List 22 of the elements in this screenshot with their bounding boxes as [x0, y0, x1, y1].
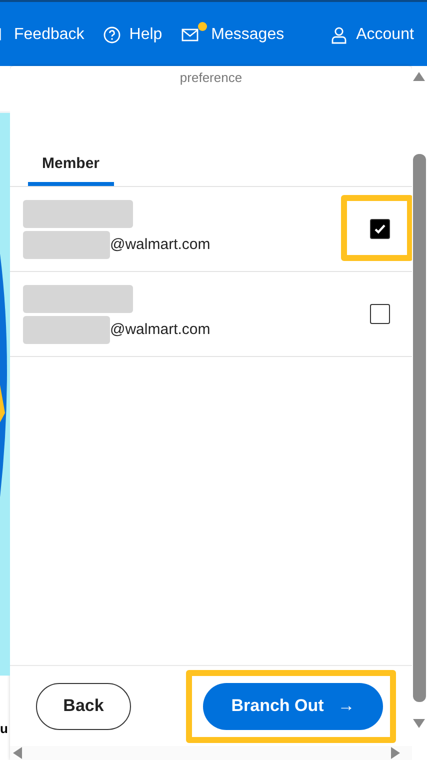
- scroll-right-icon[interactable]: [391, 747, 400, 759]
- horizontal-scrollbar[interactable]: [10, 746, 412, 760]
- background-text: u: [0, 721, 8, 736]
- mail-icon: [181, 26, 200, 44]
- scroll-left-icon[interactable]: [13, 747, 22, 759]
- nav-link[interactable]: Messages: [181, 26, 284, 44]
- nav-link[interactable]: Account: [330, 26, 414, 44]
- back-button[interactable]: Back: [36, 682, 131, 730]
- branch-out-button[interactable]: Branch Out →: [203, 682, 383, 730]
- member-tab[interactable]: Member: [28, 155, 114, 186]
- member-email: @walmart.com: [110, 321, 210, 338]
- nav-link[interactable]: Help: [103, 26, 162, 44]
- scroll-down-icon[interactable]: [413, 719, 425, 728]
- checkbox[interactable]: [370, 304, 390, 324]
- checkbox[interactable]: [370, 219, 390, 239]
- account-icon: [330, 26, 348, 44]
- nav-link[interactable]: Feedback: [0, 26, 84, 44]
- dialog-caption: preference: [178, 70, 244, 85]
- help-icon: [103, 26, 122, 44]
- scroll-up-icon[interactable]: [413, 72, 425, 81]
- scrollbar-thumb[interactable]: [413, 154, 426, 702]
- member-email: @walmart.com: [110, 236, 210, 253]
